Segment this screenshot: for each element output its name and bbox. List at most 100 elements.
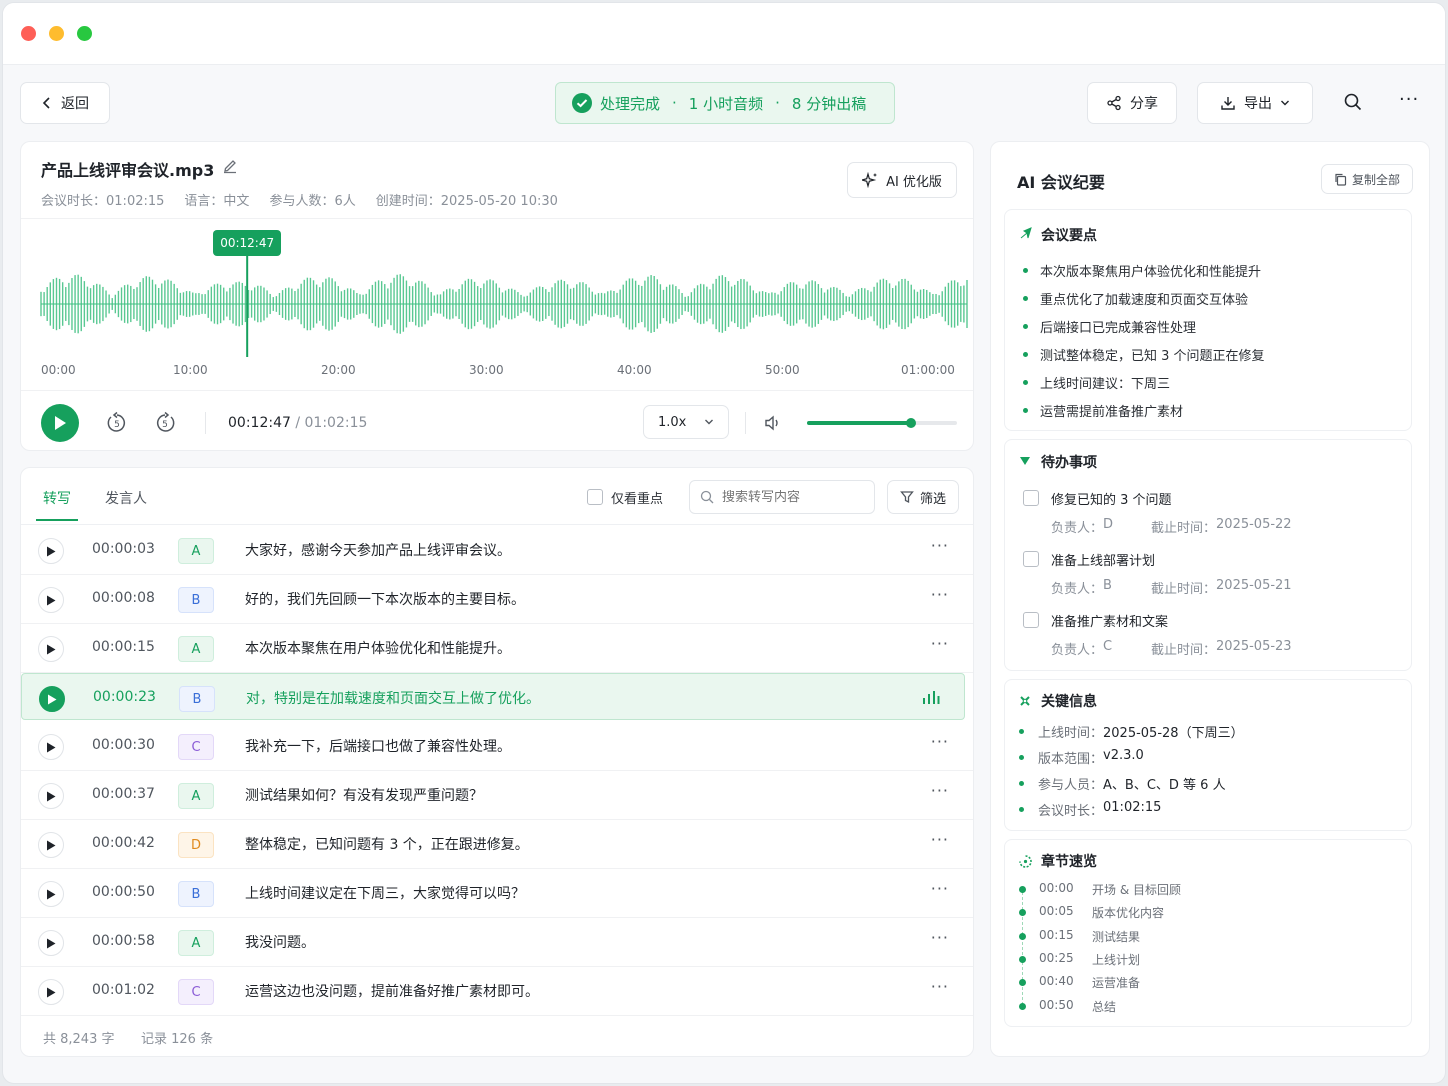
- row-play-button[interactable]: [39, 686, 65, 712]
- close-window-button[interactable]: [21, 26, 36, 41]
- chapter-title[interactable]: 总结: [1092, 998, 1116, 1015]
- search-button[interactable]: [1343, 92, 1365, 114]
- ai-optimize-button[interactable]: AI 优化版: [847, 162, 957, 198]
- key-point-item: 测试整体稳定，已知 3 个问题正在修复: [1040, 349, 1265, 364]
- play-icon: [47, 987, 56, 997]
- bullet-dot: [1023, 380, 1028, 385]
- todo-checkbox[interactable]: [1023, 490, 1039, 506]
- todo-checkbox[interactable]: [1023, 551, 1039, 567]
- row-play-button[interactable]: [38, 783, 64, 809]
- triangle-down-icon[interactable]: [1019, 455, 1031, 467]
- key-info-item: 会议时长： 01:02:15: [1038, 800, 1161, 819]
- bullet-dot: [1019, 807, 1024, 812]
- chapter-title[interactable]: 运营准备: [1092, 974, 1140, 991]
- maximize-window-button[interactable]: [77, 26, 92, 41]
- speaker-badge: A: [178, 783, 214, 809]
- back-button[interactable]: 返回: [20, 82, 110, 124]
- transcript-row[interactable]: 00:00:42 D 整体稳定，已知问题有 3 个，正在跟进修复。 ···: [21, 820, 973, 869]
- chapter-title[interactable]: 测试结果: [1092, 928, 1140, 945]
- key-info-label: 上线时间：: [1038, 726, 1104, 741]
- playing-indicator-icon: [922, 690, 940, 708]
- transcript-row[interactable]: 00:00:30 C 我补充一下，后端接口也做了兼容性处理。 ···: [21, 722, 973, 771]
- transcript-row[interactable]: 00:00:08 B 好的，我们先回顾一下本次版本的主要目标。 ···: [21, 575, 973, 624]
- forward-5-icon[interactable]: 5: [153, 411, 177, 435]
- row-more-button[interactable]: ···: [931, 977, 949, 996]
- chapter-time[interactable]: 00:25: [1039, 951, 1074, 965]
- speed-select[interactable]: 1.0x: [643, 405, 729, 439]
- meta-language-value: 中文: [223, 194, 250, 209]
- copy-all-button[interactable]: 复制全部: [1321, 164, 1413, 194]
- time-axis-tick: 01:00:00: [901, 363, 955, 377]
- row-play-button[interactable]: [38, 979, 64, 1005]
- more-options-button[interactable]: ···: [1399, 89, 1425, 115]
- play-icon: [47, 889, 56, 899]
- chapter-time[interactable]: 00:00: [1039, 881, 1074, 895]
- key-point-item: 本次版本聚焦用户体验优化和性能提升: [1040, 265, 1262, 280]
- tab-speaker[interactable]: 发言人: [105, 488, 147, 508]
- play-button[interactable]: [41, 404, 79, 442]
- todo-deadline: 2025-05-23: [1216, 639, 1292, 654]
- row-more-button[interactable]: ···: [931, 585, 949, 604]
- record-count: 记录 126 条: [141, 1032, 214, 1047]
- key-only-checkbox[interactable]: [587, 489, 603, 505]
- chapter-time[interactable]: 00:15: [1039, 928, 1074, 942]
- transcript-row[interactable]: 00:00:37 A 测试结果如何？有没有发现严重问题？ ···: [21, 771, 973, 820]
- todo-meta: 负责人： D 截止时间： 2025-05-22: [1051, 517, 1292, 536]
- todo-checkbox[interactable]: [1023, 612, 1039, 628]
- row-play-button[interactable]: [38, 636, 64, 662]
- export-button[interactable]: 导出: [1197, 82, 1313, 124]
- row-play-button[interactable]: [38, 832, 64, 858]
- transcript-search-input[interactable]: [722, 489, 862, 505]
- chapter-dot: [1019, 932, 1026, 940]
- row-more-button[interactable]: ···: [931, 830, 949, 849]
- chapter-time[interactable]: 00:05: [1039, 904, 1074, 918]
- transcript-row[interactable]: 00:00:15 A 本次版本聚焦在用户体验优化和性能提升。 ···: [21, 624, 973, 673]
- minimize-window-button[interactable]: [49, 26, 64, 41]
- row-play-button[interactable]: [38, 538, 64, 564]
- volume-handle[interactable]: [905, 418, 916, 428]
- chapter-title[interactable]: 上线计划: [1092, 951, 1140, 968]
- row-more-button[interactable]: ···: [931, 928, 949, 947]
- file-meta: 会议时长：01:02:15 语言：中文 参与人数：6人 创建时间：2025-05…: [41, 190, 558, 209]
- row-more-button[interactable]: ···: [931, 732, 949, 751]
- bullet-dot: [1019, 729, 1024, 734]
- todo-deadline: 2025-05-22: [1216, 517, 1292, 532]
- chapter-time[interactable]: 00:50: [1039, 998, 1074, 1012]
- volume-icon[interactable]: [763, 413, 783, 433]
- chevron-down-icon: [705, 419, 713, 425]
- transcript-row[interactable]: 00:00:50 B 上线时间建议定在下周三，大家觉得可以吗？ ···: [21, 869, 973, 918]
- edit-icon[interactable]: [222, 158, 238, 174]
- row-play-button[interactable]: [38, 734, 64, 760]
- chapter-time[interactable]: 00:40: [1039, 974, 1074, 988]
- transcript-row[interactable]: 00:00:03 A 大家好，感谢今天参加产品上线评审会议。 ···: [21, 526, 973, 575]
- row-play-button[interactable]: [38, 930, 64, 956]
- row-more-button[interactable]: ···: [931, 781, 949, 800]
- row-play-button[interactable]: [38, 587, 64, 613]
- volume-slider[interactable]: [807, 418, 957, 428]
- play-icon: [47, 546, 56, 556]
- rewind-5-icon[interactable]: 5: [105, 411, 129, 435]
- time-axis-tick: 10:00: [173, 363, 208, 377]
- transcript-row-active[interactable]: 00:00:23 B 对，特别是在加载速度和页面交互上做了优化。: [21, 673, 965, 720]
- row-more-button[interactable]: ···: [931, 634, 949, 653]
- chapter-title[interactable]: 版本优化内容: [1092, 904, 1164, 921]
- transcript-search[interactable]: [689, 480, 875, 514]
- transcript-row[interactable]: 00:00:58 A 我没问题。 ···: [21, 918, 973, 967]
- transcript-row[interactable]: 00:01:02 C 运营这边也没问题，提前准备好推广素材即可。 ···: [21, 967, 973, 1016]
- key-only-label: 仅看重点: [611, 492, 664, 507]
- share-button[interactable]: 分享: [1087, 82, 1177, 124]
- todo-deadline-label: 截止时间：: [1151, 521, 1217, 536]
- status-separator: ·: [672, 94, 677, 112]
- key-point-item: 重点优化了加载速度和页面交互体验: [1040, 293, 1249, 308]
- row-more-button[interactable]: ···: [931, 879, 949, 898]
- row-play-button[interactable]: [38, 881, 64, 907]
- chapter-title[interactable]: 开场 & 目标回顾: [1092, 881, 1181, 898]
- play-icon: [47, 938, 56, 948]
- tab-transcript[interactable]: 转写: [43, 488, 71, 508]
- row-more-button[interactable]: ···: [931, 536, 949, 555]
- divider: [205, 412, 206, 434]
- filter-button[interactable]: 筛选: [887, 480, 959, 514]
- divider: [745, 412, 746, 434]
- meta-participants: 参与人数：6人: [269, 190, 355, 209]
- meta-language-label: 语言：: [184, 194, 224, 209]
